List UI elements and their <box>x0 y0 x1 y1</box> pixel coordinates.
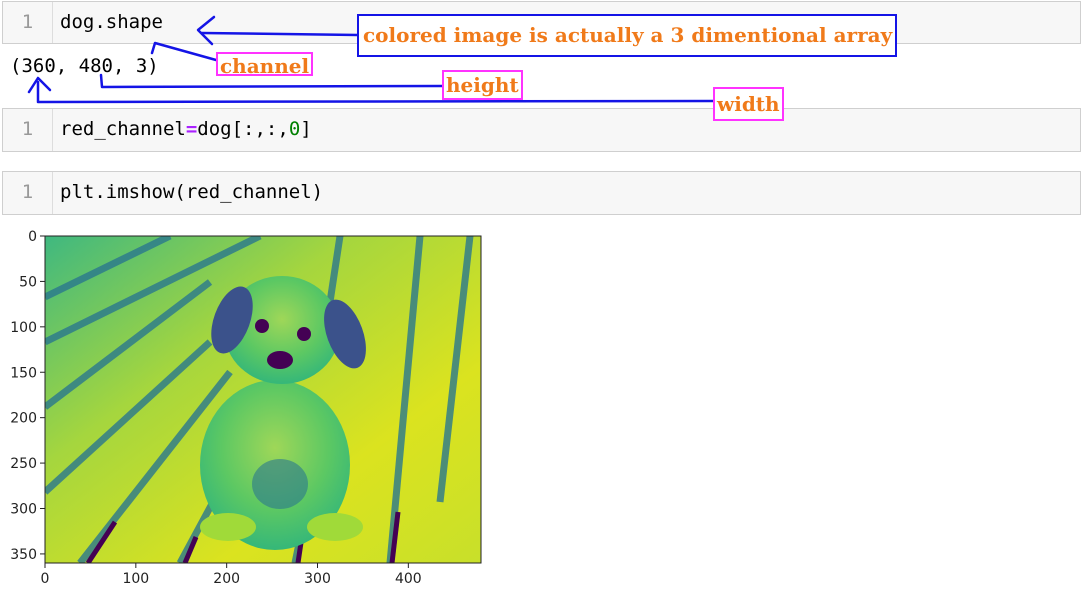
y-tick-label: 50 <box>19 274 37 290</box>
x-axis: 0 100 200 300 400 <box>41 563 422 587</box>
y-tick-label: 300 <box>10 502 37 518</box>
heatmap-image <box>45 236 481 563</box>
main-arrow <box>200 31 360 37</box>
x-tick-label: 200 <box>213 571 240 587</box>
code-cell-3[interactable]: 1 plt.imshow(red_channel) <box>2 171 1081 215</box>
x-tick-label: 300 <box>304 571 331 587</box>
plot-svg: 0 50 100 150 200 250 300 350 0 100 200 300 400 <box>10 229 482 587</box>
main-arrow-head <box>196 15 216 46</box>
y-tick-label: 0 <box>28 229 37 245</box>
line-number: 1 <box>3 172 53 214</box>
y-tick-label: 350 <box>10 547 37 563</box>
annotation-channel: channel <box>216 52 314 78</box>
y-tick-label: 200 <box>10 411 37 427</box>
y-tick-label: 100 <box>10 320 37 336</box>
x-tick-label: 100 <box>122 571 149 587</box>
annotation-height: height <box>442 70 523 100</box>
x-tick-label: 0 <box>41 571 50 587</box>
code-text[interactable]: plt.imshow(red_channel) <box>60 172 323 212</box>
annotation-main: colored image is actually a 3 dimentiona… <box>357 14 897 57</box>
annotation-width: width <box>713 87 784 121</box>
y-axis: 0 50 100 150 200 250 300 350 <box>10 229 45 563</box>
channel-line <box>150 41 218 62</box>
y-tick-label: 250 <box>10 456 37 472</box>
width-arrow-head <box>27 76 52 94</box>
imshow-plot: 0 50 100 150 200 250 300 350 0 100 200 300 400 <box>0 222 500 606</box>
y-tick-label: 150 <box>10 365 37 381</box>
x-tick-label: 400 <box>395 571 422 587</box>
